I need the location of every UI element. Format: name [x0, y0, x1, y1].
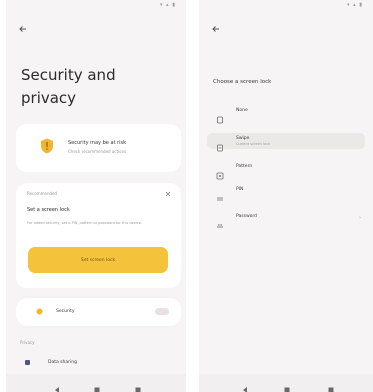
- security-toggle[interactable]: [155, 308, 169, 315]
- lock-option-none[interactable]: None: [207, 105, 365, 124]
- set-screen-lock-button[interactable]: Set screen lock: [28, 247, 168, 273]
- recents-nav-icon[interactable]: [327, 379, 335, 392]
- back-arrow-icon[interactable]: [18, 19, 28, 32]
- none-icon: [216, 109, 224, 124]
- home-nav-icon[interactable]: [93, 379, 101, 392]
- lock-option-password[interactable]: Password ›: [207, 211, 365, 228]
- option-sublabel: Current screen lock: [236, 142, 271, 146]
- option-label: Pattern: [236, 164, 253, 169]
- security-item-label: Security: [56, 309, 75, 314]
- status-bar: ▾ ▴ ▮: [6, 2, 186, 10]
- card-title: Set a screen lock: [27, 207, 70, 213]
- security-privacy-screen: ▾ ▴ ▮ Security and privacy Security may …: [6, 0, 186, 392]
- navigation-bar: [6, 374, 186, 392]
- privacy-item-label[interactable]: Data sharing: [48, 360, 77, 365]
- recents-nav-icon[interactable]: [134, 379, 142, 392]
- security-item[interactable]: Security: [16, 298, 181, 326]
- card-eyebrow: Recommended: [27, 191, 58, 196]
- lock-option-pattern[interactable]: Pattern: [207, 161, 365, 180]
- lock-option-swipe[interactable]: Swipe Current screen lock: [207, 133, 365, 152]
- page-title: Choose a screen lock: [213, 79, 272, 85]
- status-icons: ▾ ▴ ▮: [160, 2, 176, 8]
- lock-option-pin[interactable]: PIN: [207, 184, 365, 201]
- back-arrow-icon[interactable]: [211, 19, 221, 32]
- option-label: None: [236, 108, 248, 113]
- status-title: Security may be at risk: [68, 140, 127, 146]
- screen-lock-card: Recommended Set a screen lock For added …: [16, 183, 181, 288]
- home-nav-icon[interactable]: [283, 379, 291, 392]
- page-title: Security and privacy: [21, 66, 116, 107]
- option-label: Password: [236, 214, 258, 219]
- close-icon[interactable]: [165, 191, 171, 197]
- password-icon: [216, 215, 224, 228]
- swipe-icon: [216, 137, 224, 152]
- card-description: For added security, set a PIN, pattern o…: [27, 221, 142, 225]
- option-label: PIN: [236, 187, 244, 192]
- chevron-right-icon: ›: [359, 215, 361, 221]
- shield-icon: [41, 138, 53, 154]
- status-subtitle: Check recommended actions: [68, 149, 127, 154]
- pattern-icon: [216, 165, 224, 180]
- navigation-bar: [199, 374, 373, 392]
- security-status-card[interactable]: Security may be at risk Check recommende…: [16, 124, 181, 172]
- choose-screen-lock-screen: ▾ ▴ ▮ Choose a screen lock None Swipe Cu…: [199, 0, 373, 392]
- privacy-icon: [25, 360, 30, 365]
- security-icon: [36, 308, 43, 315]
- pin-icon: [216, 188, 224, 201]
- back-nav-icon[interactable]: [241, 379, 249, 392]
- status-bar: ▾ ▴ ▮: [199, 2, 373, 10]
- privacy-header: Privacy: [20, 340, 35, 345]
- option-label: Swipe: [236, 136, 250, 141]
- status-icons: ▾ ▴ ▮: [347, 2, 363, 8]
- back-nav-icon[interactable]: [53, 379, 61, 392]
